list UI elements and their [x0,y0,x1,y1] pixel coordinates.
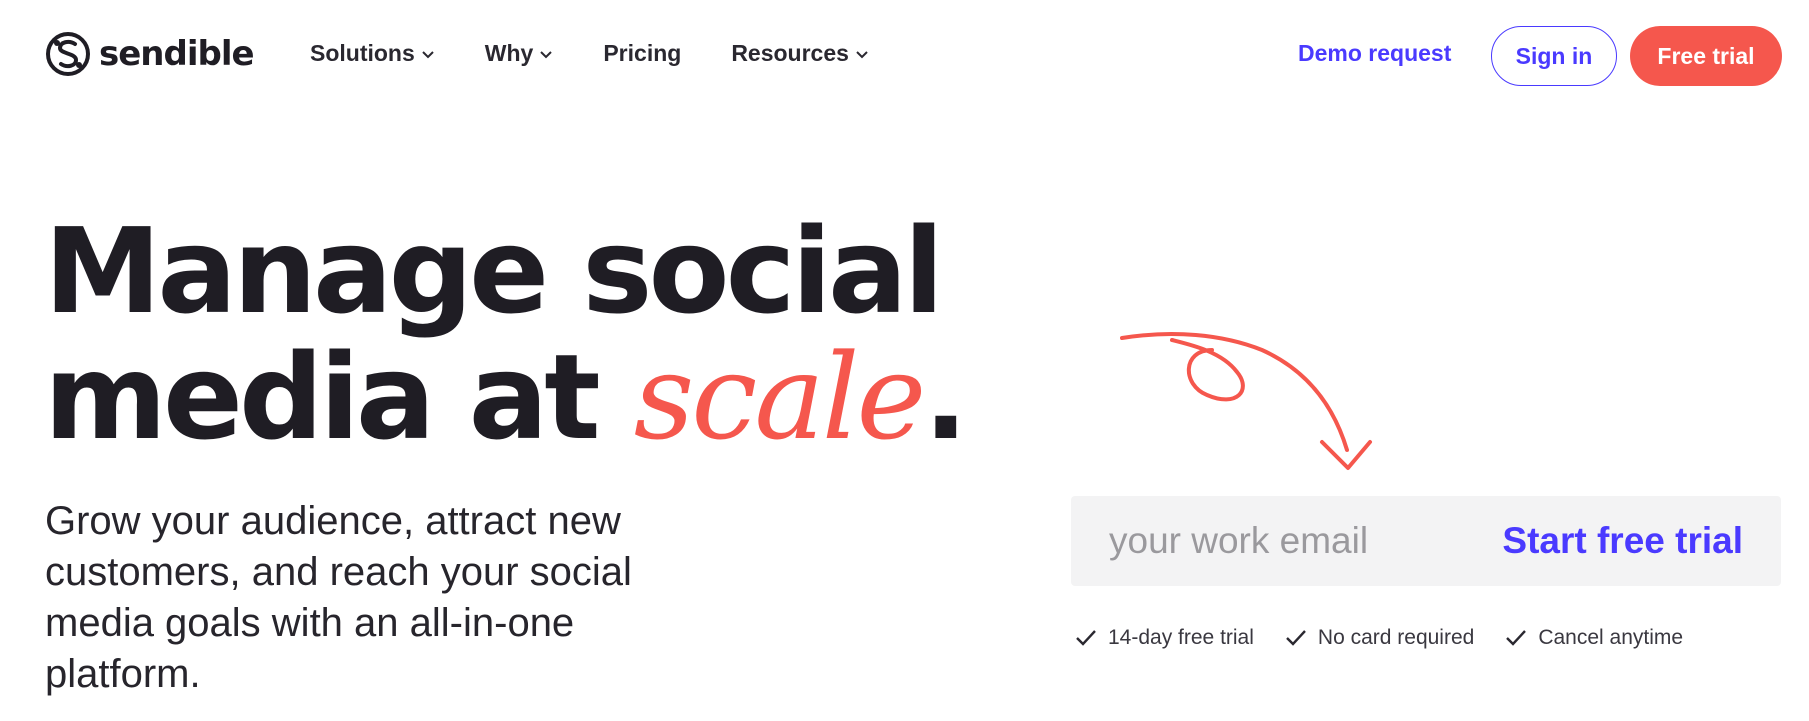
checkmark-icon [1506,630,1527,646]
chevron-down-icon [540,50,553,58]
nav-item-solutions[interactable]: Solutions [310,40,435,67]
chevron-down-icon [422,50,434,58]
hero-subcopy: Grow your audience, attract new customer… [45,499,632,696]
headline-accent-word: scale [633,328,927,466]
headline-period: . [923,328,968,466]
nav-item-pricing[interactable]: Pricing [603,40,681,67]
hero-headline: Manage social media at scale. [44,208,968,460]
sendible-logo-icon [46,32,90,76]
perk-label: Cancel anytime [1538,626,1684,649]
nav-item-label: Resources [731,40,849,66]
free-trial-button[interactable]: Free trial [1630,26,1782,86]
perk-label: 14-day free trial [1108,626,1254,649]
perk-label: No card required [1317,626,1475,649]
headline-line-2-prefix: media at [44,328,634,466]
nav-item-label: Solutions [310,40,415,66]
brand-name: sendible [99,34,255,74]
main-nav: Solutions Why Pricing Resources [310,40,919,67]
demo-request-link[interactable]: Demo request [1298,40,1451,67]
chevron-down-icon [856,50,868,58]
email-signup-form: Start free trial [1071,496,1781,586]
start-free-trial-button[interactable]: Start free trial [1502,520,1743,562]
site-header: sendible Solutions Why Pricing Resources… [0,0,1809,112]
sign-in-button[interactable]: Sign in [1491,26,1617,86]
nav-item-resources[interactable]: Resources [731,40,869,67]
perk-item: No card required [1284,626,1474,650]
checkmark-icon [1286,630,1306,646]
perk-item: Cancel anytime [1504,626,1683,650]
nav-item-label: Why [484,40,534,66]
nav-item-why[interactable]: Why [485,40,554,67]
nav-item-label: Pricing [603,40,682,66]
trial-perks: 14-day free trial No card required Cance… [1074,626,1683,650]
checkmark-icon [1076,630,1096,646]
work-email-input[interactable] [1109,520,1469,562]
headline-line-1: Manage social [44,202,944,340]
brand-logo-link[interactable]: sendible [45,31,255,77]
curly-arrow-icon [1120,332,1372,470]
perk-item: 14-day free trial [1074,626,1254,650]
